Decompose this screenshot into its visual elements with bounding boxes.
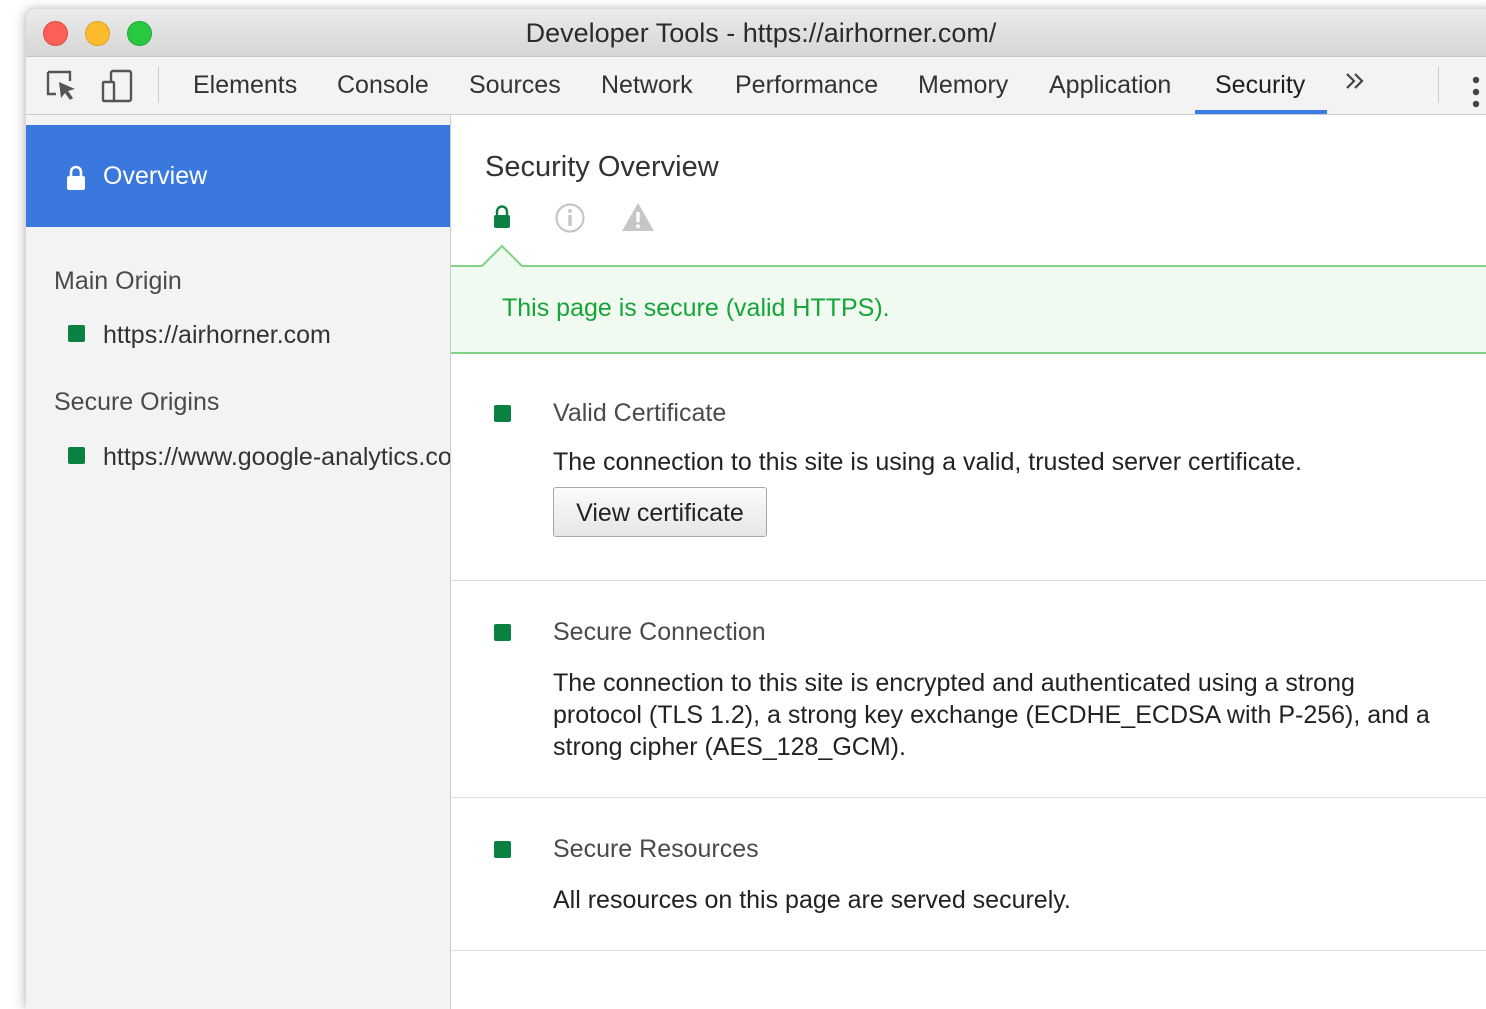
kebab-menu-icon[interactable]: [1472, 76, 1480, 108]
security-sidebar: Overview Main Origin https://airhorner.c…: [26, 115, 451, 1009]
valid-certificate-card: Valid Certificate The connection to this…: [451, 352, 1486, 581]
secure-status-icon: [494, 841, 511, 858]
banner-pointer: [482, 244, 522, 267]
sidebar-item-overview[interactable]: Overview: [26, 125, 450, 227]
toolbar-divider: [158, 67, 159, 103]
card-description: The connection to this site is encrypted…: [553, 669, 1430, 761]
info-icon[interactable]: [554, 202, 586, 234]
secure-origins-heading: Secure Origins: [54, 388, 220, 416]
page-title: Security Overview: [485, 151, 719, 183]
security-overview-panel: Security Overview This page is secure (v…: [451, 115, 1486, 1009]
security-summary-banner: This page is secure (valid HTTPS).: [451, 265, 1486, 354]
secure-connection-card: Secure Connection The connection to this…: [451, 581, 1486, 798]
card-title: Secure Connection: [553, 618, 766, 646]
secure-status-icon: [494, 624, 511, 641]
tab-performance[interactable]: Performance: [735, 71, 878, 100]
active-tab-indicator: [1195, 110, 1327, 114]
secure-status-icon: [68, 325, 85, 343]
tab-elements[interactable]: Elements: [193, 71, 297, 100]
tab-application[interactable]: Application: [1049, 71, 1171, 100]
tab-sources[interactable]: Sources: [469, 71, 561, 100]
sidebar-item-label: Overview: [103, 162, 208, 190]
window-title: Developer Tools - https://airhorner.com/: [525, 18, 997, 48]
tab-memory[interactable]: Memory: [918, 71, 1008, 100]
lock-icon: [67, 165, 85, 190]
card-title: Secure Resources: [553, 835, 759, 863]
main-origin-heading: Main Origin: [54, 267, 182, 295]
devtools-window: Developer Tools - https://airhorner.com/…: [26, 9, 1486, 1009]
title-bar: Developer Tools - https://airhorner.com/: [26, 9, 1486, 57]
warning-icon[interactable]: [621, 201, 655, 233]
card-description: All resources on this page are served se…: [553, 886, 1071, 914]
view-certificate-button[interactable]: View certificate: [553, 487, 767, 537]
secure-summary-text: This page is secure (valid HTTPS).: [502, 294, 890, 322]
inspect-element-icon[interactable]: [44, 68, 80, 104]
tab-console[interactable]: Console: [337, 71, 429, 100]
sidebar-item-main-origin[interactable]: https://airhorner.com: [68, 321, 331, 355]
sidebar-item-secure-origin[interactable]: https://www.google-analytics.com: [68, 443, 450, 477]
origin-url: https://www.google-analytics.com: [103, 443, 451, 471]
tab-security[interactable]: Security: [1215, 71, 1305, 100]
origin-url: https://airhorner.com: [103, 321, 331, 349]
secure-status-icon: [68, 447, 85, 465]
card-description: The connection to this site is using a v…: [553, 448, 1302, 476]
tab-network[interactable]: Network: [601, 71, 693, 100]
secure-status-icon: [494, 405, 511, 422]
lock-icon[interactable]: [493, 205, 511, 229]
card-title: Valid Certificate: [553, 399, 727, 427]
more-tabs-icon[interactable]: [1343, 69, 1367, 93]
toolbar-divider: [1438, 67, 1439, 103]
secure-resources-card: Secure Resources All resources on this p…: [451, 798, 1486, 951]
device-toolbar-icon[interactable]: [100, 68, 136, 104]
devtools-toolbar: Elements Console Sources Network Perform…: [26, 57, 1486, 115]
